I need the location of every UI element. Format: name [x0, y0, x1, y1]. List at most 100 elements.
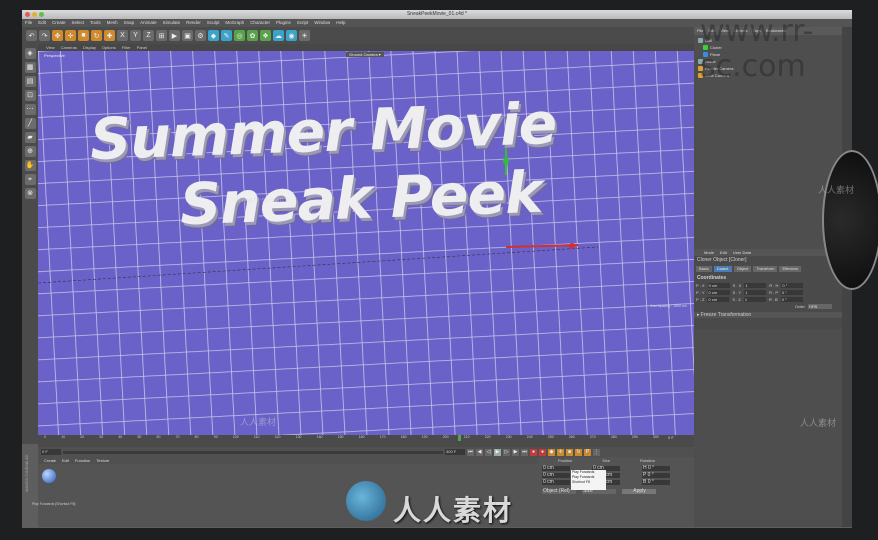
attribute-tab-transform[interactable]: Transform [753, 266, 778, 272]
environment-icon[interactable]: ☁ [273, 30, 284, 41]
menu-item-render[interactable]: Render [186, 19, 201, 27]
coordinate-field[interactable]: 1 [743, 297, 766, 302]
render-picture-viewer-icon[interactable]: ▣ [182, 30, 193, 41]
workplane-icon[interactable]: ⊡ [24, 90, 36, 101]
menu-item-file[interactable]: File [25, 19, 32, 27]
camera-icon[interactable]: ◉ [286, 30, 297, 41]
previous-key-icon[interactable]: ◀ [476, 448, 483, 456]
enable-axis-icon[interactable]: ⊗ [24, 188, 36, 199]
scale-key-icon[interactable]: ■ [566, 448, 573, 456]
redo-icon[interactable]: ↷ [39, 30, 50, 41]
attribute-tab-coord[interactable]: Coord. [713, 266, 732, 272]
coordinate-value-field[interactable]: P 0 ° [642, 473, 670, 478]
menu-item-tools[interactable]: Tools [90, 19, 101, 27]
go-to-start-icon[interactable]: ⏮ [467, 448, 474, 456]
title-text-line2[interactable]: Sneak Peek [179, 160, 543, 239]
menu-item-simulate[interactable]: Simulate [163, 19, 181, 27]
position-key-icon[interactable]: ✛ [557, 448, 564, 456]
coordinate-value-field[interactable]: 0 cm [542, 473, 570, 478]
scale-icon[interactable]: ■ [78, 30, 89, 41]
viewport-menu-cameras[interactable]: Cameras [61, 44, 77, 51]
points-mode-icon[interactable]: ⋯ [24, 104, 36, 115]
undo-icon[interactable]: ↶ [26, 30, 37, 41]
polygons-mode-icon[interactable]: ▰ [24, 132, 36, 143]
go-to-end-icon[interactable]: ⏭ [521, 448, 528, 456]
y-axis-icon[interactable]: Y [130, 30, 141, 41]
subdivision-icon[interactable]: ◎ [234, 30, 245, 41]
viewport[interactable]: Perspective Ground Camera ▾ Summer Movie… [38, 51, 694, 435]
coordinate-field[interactable]: 0 ° [781, 290, 804, 295]
menu-item-plugins[interactable]: Plugins [276, 19, 291, 27]
render-settings-icon[interactable]: ⚙ [195, 30, 206, 41]
axis-mode-icon[interactable]: ⊕ [24, 146, 36, 157]
edges-mode-icon[interactable]: ╱ [24, 118, 36, 129]
zoom-window-icon[interactable] [39, 12, 44, 17]
model-mode-icon[interactable]: ▦ [24, 62, 36, 73]
rotate-icon[interactable]: ↻ [91, 30, 102, 41]
coordinate-value-field[interactable]: 0 cm [542, 480, 570, 485]
x-axis-handle-tip[interactable] [569, 243, 575, 249]
apply-button[interactable]: Apply [622, 489, 656, 494]
attribute-tab-object[interactable]: Object [733, 266, 752, 272]
cube-icon[interactable]: ◆ [208, 30, 219, 41]
move-icon[interactable]: ✛ [65, 30, 76, 41]
menu-item-select[interactable]: Select [72, 19, 85, 27]
pen-icon[interactable]: ✎ [221, 30, 232, 41]
live-select-icon[interactable]: ✥ [52, 30, 63, 41]
menu-item-sculpt[interactable]: Sculpt [207, 19, 220, 27]
make-editable-icon[interactable]: ◈ [24, 48, 36, 59]
timeline-settings-icon[interactable]: ⋮ [593, 448, 600, 456]
attribute-tab-basic[interactable]: Basic [696, 266, 712, 272]
coordinate-field[interactable]: 1 [744, 283, 767, 288]
timeline[interactable]: 0 10 20 30 40 50 60 70 80 90 100 110 120 130 140 150 160… [38, 435, 694, 447]
viewport-menu-display[interactable]: Display [83, 44, 96, 51]
attribute-menu-user-data[interactable]: User Data [733, 249, 751, 256]
menu-item-animate[interactable]: Animate [140, 19, 157, 27]
light-icon[interactable]: ☀ [299, 30, 310, 41]
menu-item-mograph[interactable]: MoGraph [225, 19, 244, 27]
texture-mode-icon[interactable]: ▤ [24, 76, 36, 87]
tweak-mode-icon[interactable]: ✋ [24, 160, 36, 171]
viewport-menu-view[interactable]: View [46, 44, 55, 51]
coordinate-value-field[interactable]: H 0 ° [642, 466, 670, 471]
coordinate-field[interactable]: 0 ° [780, 297, 803, 302]
range-slider[interactable] [63, 450, 443, 454]
snap-icon[interactable]: ⌖ [24, 174, 36, 185]
viewport-menu-filter[interactable]: Filter [122, 44, 131, 51]
menu-item-mesh[interactable]: Mesh [107, 19, 118, 27]
menu-item-snap[interactable]: Snap [124, 19, 135, 27]
coordinate-value-field[interactable]: 0 cm [542, 466, 570, 471]
deformer-icon[interactable]: ❖ [260, 30, 271, 41]
material-menu-texture[interactable]: Texture [96, 457, 109, 464]
coordinate-field[interactable]: 0 cm [707, 290, 730, 295]
coordinate-field[interactable]: 0 cm [707, 283, 730, 288]
attribute-menu-edit[interactable]: Edit [720, 249, 727, 256]
coordinate-value-field[interactable]: B 0 ° [642, 480, 670, 485]
material-swatch[interactable] [42, 469, 56, 483]
menu-item-script[interactable]: Script [297, 19, 309, 27]
play-forwards-icon[interactable]: ▶ [494, 448, 501, 456]
material-menu-function[interactable]: Function [75, 457, 90, 464]
parameter-key-icon[interactable]: P [584, 448, 591, 456]
playhead[interactable] [458, 435, 461, 441]
freeze-transformation[interactable]: ▸ Freeze Transformation [694, 312, 842, 318]
end-frame-field[interactable]: 300 F [445, 449, 465, 455]
autokey-icon[interactable]: ● [539, 448, 546, 456]
camera-selector[interactable]: Ground Camera ▾ [346, 52, 384, 57]
recent-tools-icon[interactable]: ✚ [104, 30, 115, 41]
menu-item-window[interactable]: Window [314, 19, 330, 27]
material-menu-create[interactable]: Create [44, 457, 56, 464]
menu-item-help[interactable]: Help [336, 19, 345, 27]
z-axis-icon[interactable]: Z [143, 30, 154, 41]
attribute-tab-effectors[interactable]: Effectors [779, 266, 802, 272]
coordinate-field[interactable]: 0 ° [781, 283, 804, 288]
material-menu-edit[interactable]: Edit [62, 457, 69, 464]
render-view-icon[interactable]: ▶ [169, 30, 180, 41]
viewport-menu-options[interactable]: Options [102, 44, 116, 51]
viewport-menu-panel[interactable]: Panel [137, 44, 147, 51]
coordinate-field[interactable]: 0 cm [707, 297, 730, 302]
attribute-menu-mode[interactable]: Mode [704, 249, 714, 256]
menu-item-create[interactable]: Create [52, 19, 66, 27]
menu-item-character[interactable]: Character [250, 19, 270, 27]
minimize-window-icon[interactable] [32, 12, 37, 17]
